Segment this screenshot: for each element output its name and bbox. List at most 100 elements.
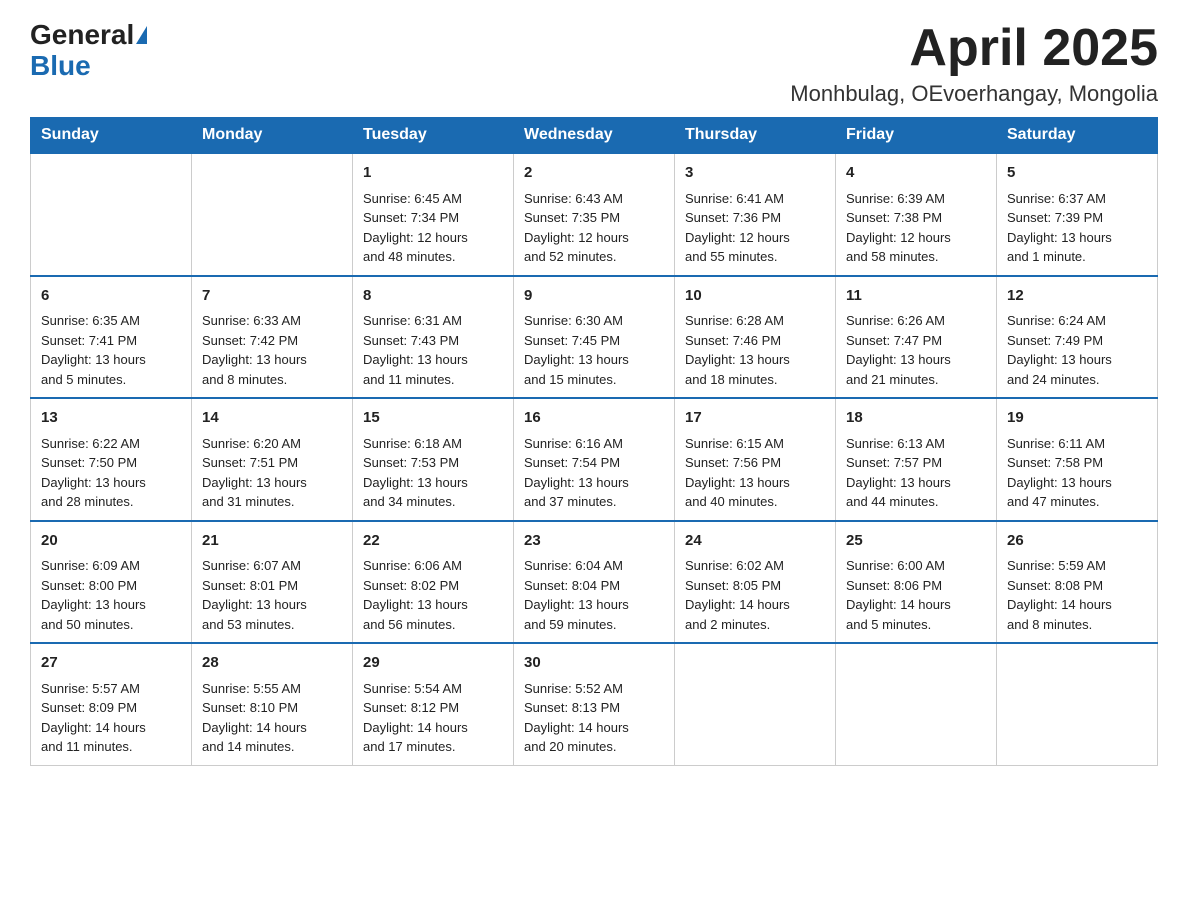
day-number: 18 <box>846 407 986 430</box>
day-cell: 24 Sunrise: 6:02 AM Sunset: 8:05 PM Dayli… <box>675 521 836 644</box>
day-number: 14 <box>202 407 342 430</box>
main-title: April 2025 <box>790 20 1158 77</box>
day-info: Sunrise: 6:31 AM Sunset: 7:43 PM Dayligh… <box>363 311 503 389</box>
page-header: General Blue April 2025 Monhbulag, OEvoe… <box>30 20 1158 107</box>
day-cell: 13Sunrise: 6:22 AM Sunset: 7:50 PM Dayli… <box>31 398 192 521</box>
day-info: Sunrise: 6:20 AM Sunset: 7:51 PM Dayligh… <box>202 434 342 512</box>
header-cell-wednesday: Wednesday <box>514 118 675 154</box>
week-row-5: 27Sunrise: 5:57 AM Sunset: 8:09 PM Dayli… <box>31 643 1158 765</box>
calendar-table: SundayMondayTuesdayWednesdayThursdayFrid… <box>30 117 1158 766</box>
day-number: 22 <box>363 530 503 553</box>
day-cell: 11 Sunrise: 6:26 AM Sunset: 7:47 PM Dayli… <box>836 276 997 399</box>
day-cell: 3Sunrise: 6:41 AM Sunset: 7:36 PM Daylig… <box>675 153 836 276</box>
week-row-4: 20 Sunrise: 6:09 AM Sunset: 8:00 PM Dayli… <box>31 521 1158 644</box>
day-info: Sunrise: 6:04 AM Sunset: 8:04 PM Dayligh… <box>524 556 664 634</box>
day-cell: 6 Sunrise: 6:35 AM Sunset: 7:41 PM Daylig… <box>31 276 192 399</box>
day-number: 25 <box>846 530 986 553</box>
week-row-2: 6 Sunrise: 6:35 AM Sunset: 7:41 PM Daylig… <box>31 276 1158 399</box>
day-info: Sunrise: 5:52 AM Sunset: 8:13 PM Dayligh… <box>524 679 664 757</box>
day-number: 21 <box>202 530 342 553</box>
day-number: 15 <box>363 407 503 430</box>
day-number: 11 <box>846 285 986 308</box>
day-cell: 10 Sunrise: 6:28 AM Sunset: 7:46 PM Dayli… <box>675 276 836 399</box>
day-info: Sunrise: 6:13 AM Sunset: 7:57 PM Dayligh… <box>846 434 986 512</box>
day-cell: 7 Sunrise: 6:33 AM Sunset: 7:42 PM Daylig… <box>192 276 353 399</box>
header-cell-monday: Monday <box>192 118 353 154</box>
logo: General Blue <box>30 20 147 82</box>
day-info: Sunrise: 5:55 AM Sunset: 8:10 PM Dayligh… <box>202 679 342 757</box>
header-row: SundayMondayTuesdayWednesdayThursdayFrid… <box>31 118 1158 154</box>
week-row-1: 1 Sunrise: 6:45 AM Sunset: 7:34 PM Daylig… <box>31 153 1158 276</box>
day-number: 19 <box>1007 407 1147 430</box>
day-info: Sunrise: 6:33 AM Sunset: 7:42 PM Dayligh… <box>202 311 342 389</box>
day-info: Sunrise: 6:02 AM Sunset: 8:05 PM Dayligh… <box>685 556 825 634</box>
day-number: 10 <box>685 285 825 308</box>
day-number: 9 <box>524 285 664 308</box>
day-info: Sunrise: 6:09 AM Sunset: 8:00 PM Dayligh… <box>41 556 181 634</box>
day-number: 12 <box>1007 285 1147 308</box>
day-number: 8 <box>363 285 503 308</box>
day-number: 30 <box>524 652 664 675</box>
day-info: Sunrise: 6:06 AM Sunset: 8:02 PM Dayligh… <box>363 556 503 634</box>
day-cell: 25 Sunrise: 6:00 AM Sunset: 8:06 PM Dayli… <box>836 521 997 644</box>
day-cell: 4 Sunrise: 6:39 AM Sunset: 7:38 PM Daylig… <box>836 153 997 276</box>
day-info: Sunrise: 6:35 AM Sunset: 7:41 PM Dayligh… <box>41 311 181 389</box>
day-info: Sunrise: 6:39 AM Sunset: 7:38 PM Dayligh… <box>846 189 986 267</box>
day-number: 4 <box>846 162 986 185</box>
day-number: 26 <box>1007 530 1147 553</box>
day-cell: 23 Sunrise: 6:04 AM Sunset: 8:04 PM Dayli… <box>514 521 675 644</box>
day-number: 23 <box>524 530 664 553</box>
day-number: 20 <box>41 530 181 553</box>
day-number: 28 <box>202 652 342 675</box>
header-cell-saturday: Saturday <box>997 118 1158 154</box>
day-info: Sunrise: 6:18 AM Sunset: 7:53 PM Dayligh… <box>363 434 503 512</box>
day-info: Sunrise: 6:15 AM Sunset: 7:56 PM Dayligh… <box>685 434 825 512</box>
day-cell: 18 Sunrise: 6:13 AM Sunset: 7:57 PM Dayli… <box>836 398 997 521</box>
day-cell: 20 Sunrise: 6:09 AM Sunset: 8:00 PM Dayli… <box>31 521 192 644</box>
header-cell-thursday: Thursday <box>675 118 836 154</box>
day-number: 29 <box>363 652 503 675</box>
day-number: 24 <box>685 530 825 553</box>
day-info: Sunrise: 6:45 AM Sunset: 7:34 PM Dayligh… <box>363 189 503 267</box>
day-info: Sunrise: 6:22 AM Sunset: 7:50 PM Dayligh… <box>41 434 181 512</box>
day-cell <box>997 643 1158 765</box>
day-info: Sunrise: 6:24 AM Sunset: 7:49 PM Dayligh… <box>1007 311 1147 389</box>
day-number: 3 <box>685 162 825 185</box>
day-cell <box>192 153 353 276</box>
logo-blue: Blue <box>30 51 91 82</box>
day-cell <box>31 153 192 276</box>
day-cell: 22 Sunrise: 6:06 AM Sunset: 8:02 PM Dayli… <box>353 521 514 644</box>
day-info: Sunrise: 6:11 AM Sunset: 7:58 PM Dayligh… <box>1007 434 1147 512</box>
day-cell: 9 Sunrise: 6:30 AM Sunset: 7:45 PM Daylig… <box>514 276 675 399</box>
day-cell: 26 Sunrise: 5:59 AM Sunset: 8:08 PM Dayli… <box>997 521 1158 644</box>
calendar-header: SundayMondayTuesdayWednesdayThursdayFrid… <box>31 118 1158 154</box>
day-cell: 29 Sunrise: 5:54 AM Sunset: 8:12 PM Dayli… <box>353 643 514 765</box>
day-info: Sunrise: 6:30 AM Sunset: 7:45 PM Dayligh… <box>524 311 664 389</box>
day-cell: 14 Sunrise: 6:20 AM Sunset: 7:51 PM Dayli… <box>192 398 353 521</box>
day-cell: 17 Sunrise: 6:15 AM Sunset: 7:56 PM Dayli… <box>675 398 836 521</box>
day-cell: 8 Sunrise: 6:31 AM Sunset: 7:43 PM Daylig… <box>353 276 514 399</box>
day-cell: 21 Sunrise: 6:07 AM Sunset: 8:01 PM Dayli… <box>192 521 353 644</box>
day-info: Sunrise: 6:07 AM Sunset: 8:01 PM Dayligh… <box>202 556 342 634</box>
day-info: Sunrise: 5:54 AM Sunset: 8:12 PM Dayligh… <box>363 679 503 757</box>
day-number: 27 <box>41 652 181 675</box>
day-cell: 27Sunrise: 5:57 AM Sunset: 8:09 PM Dayli… <box>31 643 192 765</box>
day-number: 17 <box>685 407 825 430</box>
day-cell: 28 Sunrise: 5:55 AM Sunset: 8:10 PM Dayli… <box>192 643 353 765</box>
day-number: 2 <box>524 162 664 185</box>
day-info: Sunrise: 6:43 AM Sunset: 7:35 PM Dayligh… <box>524 189 664 267</box>
day-info: Sunrise: 6:16 AM Sunset: 7:54 PM Dayligh… <box>524 434 664 512</box>
day-number: 6 <box>41 285 181 308</box>
day-info: Sunrise: 5:59 AM Sunset: 8:08 PM Dayligh… <box>1007 556 1147 634</box>
day-info: Sunrise: 6:00 AM Sunset: 8:06 PM Dayligh… <box>846 556 986 634</box>
day-info: Sunrise: 6:26 AM Sunset: 7:47 PM Dayligh… <box>846 311 986 389</box>
header-cell-friday: Friday <box>836 118 997 154</box>
title-block: April 2025 Monhbulag, OEvoerhangay, Mong… <box>790 20 1158 107</box>
day-number: 7 <box>202 285 342 308</box>
day-info: Sunrise: 6:28 AM Sunset: 7:46 PM Dayligh… <box>685 311 825 389</box>
day-cell: 2 Sunrise: 6:43 AM Sunset: 7:35 PM Daylig… <box>514 153 675 276</box>
day-cell: 30 Sunrise: 5:52 AM Sunset: 8:13 PM Dayli… <box>514 643 675 765</box>
day-cell: 1 Sunrise: 6:45 AM Sunset: 7:34 PM Daylig… <box>353 153 514 276</box>
subtitle: Monhbulag, OEvoerhangay, Mongolia <box>790 81 1158 107</box>
day-number: 1 <box>363 162 503 185</box>
